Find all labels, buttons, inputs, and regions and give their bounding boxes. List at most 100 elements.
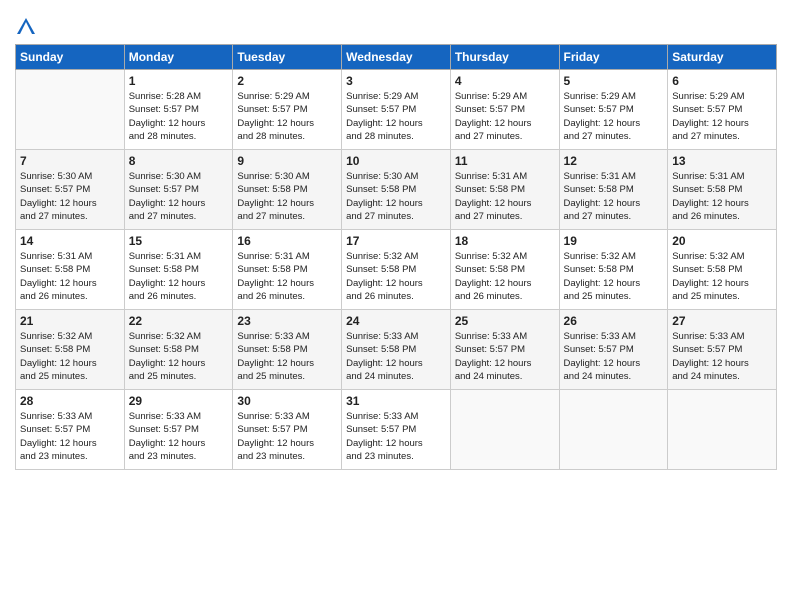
day-number: 24 (346, 314, 446, 328)
day-number: 27 (672, 314, 772, 328)
week-row-4: 21 Sunrise: 5:32 AM Sunset: 5:58 PM Dayli… (16, 310, 777, 390)
day-number: 6 (672, 74, 772, 88)
calendar-body: 1 Sunrise: 5:28 AM Sunset: 5:57 PM Daylig… (16, 70, 777, 470)
day-number: 18 (455, 234, 555, 248)
day-info: Sunrise: 5:31 AM Sunset: 5:58 PM Dayligh… (672, 170, 772, 223)
day-info: Sunrise: 5:32 AM Sunset: 5:58 PM Dayligh… (564, 250, 664, 303)
day-cell: 31 Sunrise: 5:33 AM Sunset: 5:57 PM Dayli… (342, 390, 451, 470)
calendar-table: SundayMondayTuesdayWednesdayThursdayFrid… (15, 44, 777, 470)
day-cell: 6 Sunrise: 5:29 AM Sunset: 5:57 PM Daylig… (668, 70, 777, 150)
day-cell (559, 390, 668, 470)
day-info: Sunrise: 5:31 AM Sunset: 5:58 PM Dayligh… (20, 250, 120, 303)
day-info: Sunrise: 5:31 AM Sunset: 5:58 PM Dayligh… (237, 250, 337, 303)
week-row-5: 28Sunrise: 5:33 AM Sunset: 5:57 PM Dayli… (16, 390, 777, 470)
week-row-1: 1 Sunrise: 5:28 AM Sunset: 5:57 PM Daylig… (16, 70, 777, 150)
day-cell: 10 Sunrise: 5:30 AM Sunset: 5:58 PM Dayli… (342, 150, 451, 230)
day-info: Sunrise: 5:29 AM Sunset: 5:57 PM Dayligh… (237, 90, 337, 143)
day-info: Sunrise: 5:31 AM Sunset: 5:58 PM Dayligh… (129, 250, 229, 303)
day-info: Sunrise: 5:29 AM Sunset: 5:57 PM Dayligh… (672, 90, 772, 143)
day-info: Sunrise: 5:30 AM Sunset: 5:58 PM Dayligh… (346, 170, 446, 223)
day-cell: 26 Sunrise: 5:33 AM Sunset: 5:57 PM Dayli… (559, 310, 668, 390)
day-cell: 23Sunrise: 5:33 AM Sunset: 5:58 PM Dayli… (233, 310, 342, 390)
day-number: 4 (455, 74, 555, 88)
day-number: 29 (129, 394, 229, 408)
day-number: 8 (129, 154, 229, 168)
day-cell: 7Sunrise: 5:30 AM Sunset: 5:57 PM Daylig… (16, 150, 125, 230)
day-number: 26 (564, 314, 664, 328)
header-row: SundayMondayTuesdayWednesdayThursdayFrid… (16, 45, 777, 70)
day-cell: 1 Sunrise: 5:28 AM Sunset: 5:57 PM Daylig… (124, 70, 233, 150)
day-info: Sunrise: 5:33 AM Sunset: 5:57 PM Dayligh… (237, 410, 337, 463)
day-cell: 17 Sunrise: 5:32 AM Sunset: 5:58 PM Dayli… (342, 230, 451, 310)
day-number: 15 (129, 234, 229, 248)
day-cell: 11 Sunrise: 5:31 AM Sunset: 5:58 PM Dayli… (450, 150, 559, 230)
day-info: Sunrise: 5:30 AM Sunset: 5:57 PM Dayligh… (129, 170, 229, 223)
day-number: 20 (672, 234, 772, 248)
day-number: 25 (455, 314, 555, 328)
day-cell: 27 Sunrise: 5:33 AM Sunset: 5:57 PM Dayli… (668, 310, 777, 390)
header-cell-thursday: Thursday (450, 45, 559, 70)
header-cell-friday: Friday (559, 45, 668, 70)
day-cell: 5Sunrise: 5:29 AM Sunset: 5:57 PM Daylig… (559, 70, 668, 150)
day-number: 30 (237, 394, 337, 408)
day-cell: 28Sunrise: 5:33 AM Sunset: 5:57 PM Dayli… (16, 390, 125, 470)
day-info: Sunrise: 5:32 AM Sunset: 5:58 PM Dayligh… (129, 330, 229, 383)
logo (15, 14, 40, 38)
day-cell: 8 Sunrise: 5:30 AM Sunset: 5:57 PM Daylig… (124, 150, 233, 230)
day-cell: 20Sunrise: 5:32 AM Sunset: 5:58 PM Dayli… (668, 230, 777, 310)
header-cell-tuesday: Tuesday (233, 45, 342, 70)
day-number: 1 (129, 74, 229, 88)
calendar-header: SundayMondayTuesdayWednesdayThursdayFrid… (16, 45, 777, 70)
day-number: 10 (346, 154, 446, 168)
header-cell-sunday: Sunday (16, 45, 125, 70)
day-info: Sunrise: 5:33 AM Sunset: 5:57 PM Dayligh… (564, 330, 664, 383)
day-info: Sunrise: 5:29 AM Sunset: 5:57 PM Dayligh… (346, 90, 446, 143)
header-cell-wednesday: Wednesday (342, 45, 451, 70)
day-info: Sunrise: 5:31 AM Sunset: 5:58 PM Dayligh… (455, 170, 555, 223)
day-number: 17 (346, 234, 446, 248)
week-row-2: 7 Sunrise: 5:30 AM Sunset: 5:57 PM Daylig… (16, 150, 777, 230)
day-cell: 18Sunrise: 5:32 AM Sunset: 5:58 PM Dayli… (450, 230, 559, 310)
day-cell: 19 Sunrise: 5:32 AM Sunset: 5:58 PM Dayli… (559, 230, 668, 310)
day-number: 14 (20, 234, 120, 248)
day-number: 22 (129, 314, 229, 328)
day-cell (16, 70, 125, 150)
day-cell: 22 Sunrise: 5:32 AM Sunset: 5:58 PM Dayli… (124, 310, 233, 390)
day-cell: 25 Sunrise: 5:33 AM Sunset: 5:57 PM Dayli… (450, 310, 559, 390)
day-cell: 29Sunrise: 5:33 AM Sunset: 5:57 PM Dayli… (124, 390, 233, 470)
day-number: 19 (564, 234, 664, 248)
day-number: 2 (237, 74, 337, 88)
day-cell (450, 390, 559, 470)
day-number: 11 (455, 154, 555, 168)
day-number: 31 (346, 394, 446, 408)
day-cell: 3 Sunrise: 5:29 AM Sunset: 5:57 PM Daylig… (342, 70, 451, 150)
day-cell: 13Sunrise: 5:31 AM Sunset: 5:58 PM Dayli… (668, 150, 777, 230)
day-cell: 2 Sunrise: 5:29 AM Sunset: 5:57 PM Daylig… (233, 70, 342, 150)
week-row-3: 14 Sunrise: 5:31 AM Sunset: 5:58 PM Dayli… (16, 230, 777, 310)
day-number: 23 (237, 314, 337, 328)
day-number: 21 (20, 314, 120, 328)
day-cell: 16 Sunrise: 5:31 AM Sunset: 5:58 PM Dayli… (233, 230, 342, 310)
day-cell: 24 Sunrise: 5:33 AM Sunset: 5:58 PM Dayli… (342, 310, 451, 390)
day-cell: 30 Sunrise: 5:33 AM Sunset: 5:57 PM Dayli… (233, 390, 342, 470)
day-cell: 14 Sunrise: 5:31 AM Sunset: 5:58 PM Dayli… (16, 230, 125, 310)
day-info: Sunrise: 5:33 AM Sunset: 5:58 PM Dayligh… (346, 330, 446, 383)
day-number: 3 (346, 74, 446, 88)
header-cell-monday: Monday (124, 45, 233, 70)
day-info: Sunrise: 5:30 AM Sunset: 5:58 PM Dayligh… (237, 170, 337, 223)
day-number: 12 (564, 154, 664, 168)
day-info: Sunrise: 5:31 AM Sunset: 5:58 PM Dayligh… (564, 170, 664, 223)
day-cell: 15 Sunrise: 5:31 AM Sunset: 5:58 PM Dayli… (124, 230, 233, 310)
day-cell (668, 390, 777, 470)
day-cell: 21Sunrise: 5:32 AM Sunset: 5:58 PM Dayli… (16, 310, 125, 390)
day-info: Sunrise: 5:33 AM Sunset: 5:57 PM Dayligh… (455, 330, 555, 383)
day-info: Sunrise: 5:32 AM Sunset: 5:58 PM Dayligh… (346, 250, 446, 303)
day-number: 9 (237, 154, 337, 168)
day-info: Sunrise: 5:33 AM Sunset: 5:57 PM Dayligh… (672, 330, 772, 383)
day-info: Sunrise: 5:28 AM Sunset: 5:57 PM Dayligh… (129, 90, 229, 143)
day-cell: 4Sunrise: 5:29 AM Sunset: 5:57 PM Daylig… (450, 70, 559, 150)
day-info: Sunrise: 5:33 AM Sunset: 5:57 PM Dayligh… (346, 410, 446, 463)
day-number: 7 (20, 154, 120, 168)
day-number: 16 (237, 234, 337, 248)
day-number: 5 (564, 74, 664, 88)
